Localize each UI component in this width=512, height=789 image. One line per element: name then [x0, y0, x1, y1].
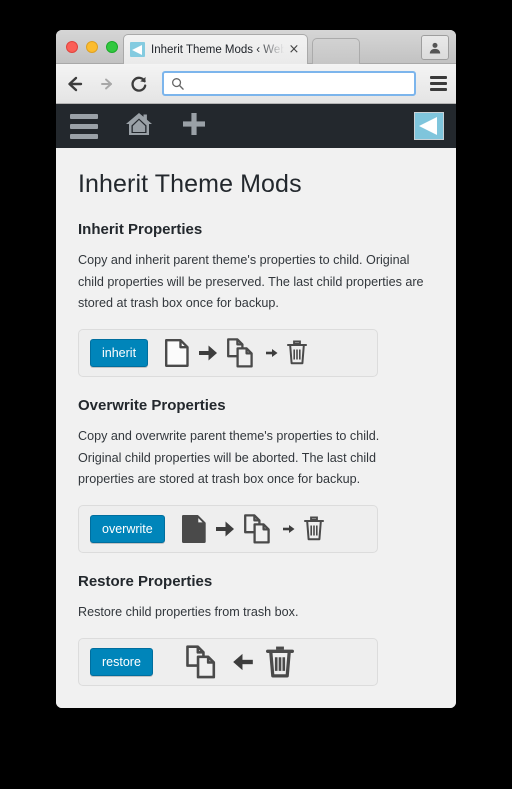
admin-bar	[56, 104, 456, 148]
address-input[interactable]	[190, 76, 407, 91]
section-overwrite-properties: Overwrite Properties Copy and overwrite …	[78, 397, 434, 553]
menu-line	[70, 123, 98, 129]
inherit-action-card: inherit	[78, 328, 378, 377]
menu-line	[429, 88, 447, 91]
section-description: Copy and overwrite parent theme's proper…	[78, 428, 380, 487]
arrow-right-small-icon	[282, 522, 296, 536]
trash-large-icon	[265, 645, 295, 679]
reload-button[interactable]	[128, 73, 150, 95]
browser-tab[interactable]: Inherit Theme Mods ‹ Webs ×	[123, 34, 308, 64]
menu-line	[429, 76, 447, 79]
page-outline-icon	[164, 338, 190, 368]
plus-icon	[183, 112, 205, 135]
navigation-toolbar	[56, 64, 456, 104]
home-button[interactable]	[124, 110, 154, 143]
address-bar[interactable]	[162, 71, 416, 96]
restore-flow-icons	[185, 644, 295, 680]
restore-action-card: restore	[78, 637, 378, 686]
section-heading: Overwrite Properties	[78, 396, 226, 414]
new-content-button[interactable]	[180, 110, 208, 143]
arrow-left-icon	[68, 76, 83, 91]
menu-line	[429, 82, 447, 85]
close-icon[interactable]: ×	[287, 43, 301, 56]
reload-icon	[131, 76, 147, 92]
inherit-button[interactable]: inherit	[90, 338, 149, 367]
browser-window: Inherit Theme Mods ‹ Webs × Inherit Them…	[56, 30, 456, 708]
overwrite-action-card: overwrite	[78, 504, 378, 553]
arrow-right-icon	[101, 78, 112, 89]
menu-line	[70, 133, 98, 139]
arrow-right-icon	[197, 342, 219, 364]
back-button[interactable]	[64, 73, 86, 95]
admin-menu-button[interactable]	[70, 113, 98, 139]
home-icon	[126, 112, 152, 135]
section-restore-properties: Restore Properties Restore child propert…	[78, 573, 434, 686]
arrow-left-icon	[231, 650, 255, 674]
tab-strip: Inherit Theme Mods ‹ Webs ×	[56, 30, 456, 64]
trash-icon	[303, 516, 325, 542]
search-icon	[172, 78, 184, 90]
page-content: Inherit Theme Mods Inherit Properties Co…	[56, 148, 456, 708]
new-tab-button[interactable]	[312, 38, 360, 64]
menu-line	[70, 113, 98, 119]
page-filled-icon	[181, 514, 207, 544]
close-window-button[interactable]	[66, 41, 78, 53]
arrow-right-icon	[214, 518, 236, 540]
favicon-icon	[130, 42, 145, 57]
site-logo-icon[interactable]	[414, 112, 444, 140]
pages-stack-icon	[226, 337, 258, 369]
profile-button[interactable]	[421, 35, 449, 60]
restore-button[interactable]: restore	[90, 647, 153, 676]
tab-title: Inherit Theme Mods ‹ Webs	[151, 43, 287, 56]
inherit-flow-icons	[164, 337, 308, 369]
section-heading: Inherit Properties	[78, 221, 203, 238]
page-title: Inherit Theme Mods	[78, 170, 302, 198]
trash-icon	[286, 340, 308, 366]
minimize-window-button[interactable]	[86, 41, 98, 53]
person-icon	[429, 42, 441, 53]
maximize-window-button[interactable]	[106, 41, 118, 53]
section-description: Copy and inherit parent theme's properti…	[78, 253, 424, 311]
pages-stack-icon	[185, 644, 221, 680]
arrow-right-small-icon	[265, 346, 279, 360]
section-heading: Restore Properties	[78, 572, 213, 590]
chrome-menu-button[interactable]	[428, 76, 448, 91]
pages-stack-icon	[243, 513, 275, 545]
section-inherit-properties: Inherit Properties Copy and inherit pare…	[78, 221, 434, 377]
overwrite-button[interactable]: overwrite	[90, 514, 165, 543]
overwrite-flow-icons	[181, 513, 325, 545]
forward-button[interactable]	[96, 73, 118, 95]
window-controls	[66, 41, 118, 53]
section-description: Restore child properties from trash box.	[78, 604, 299, 619]
